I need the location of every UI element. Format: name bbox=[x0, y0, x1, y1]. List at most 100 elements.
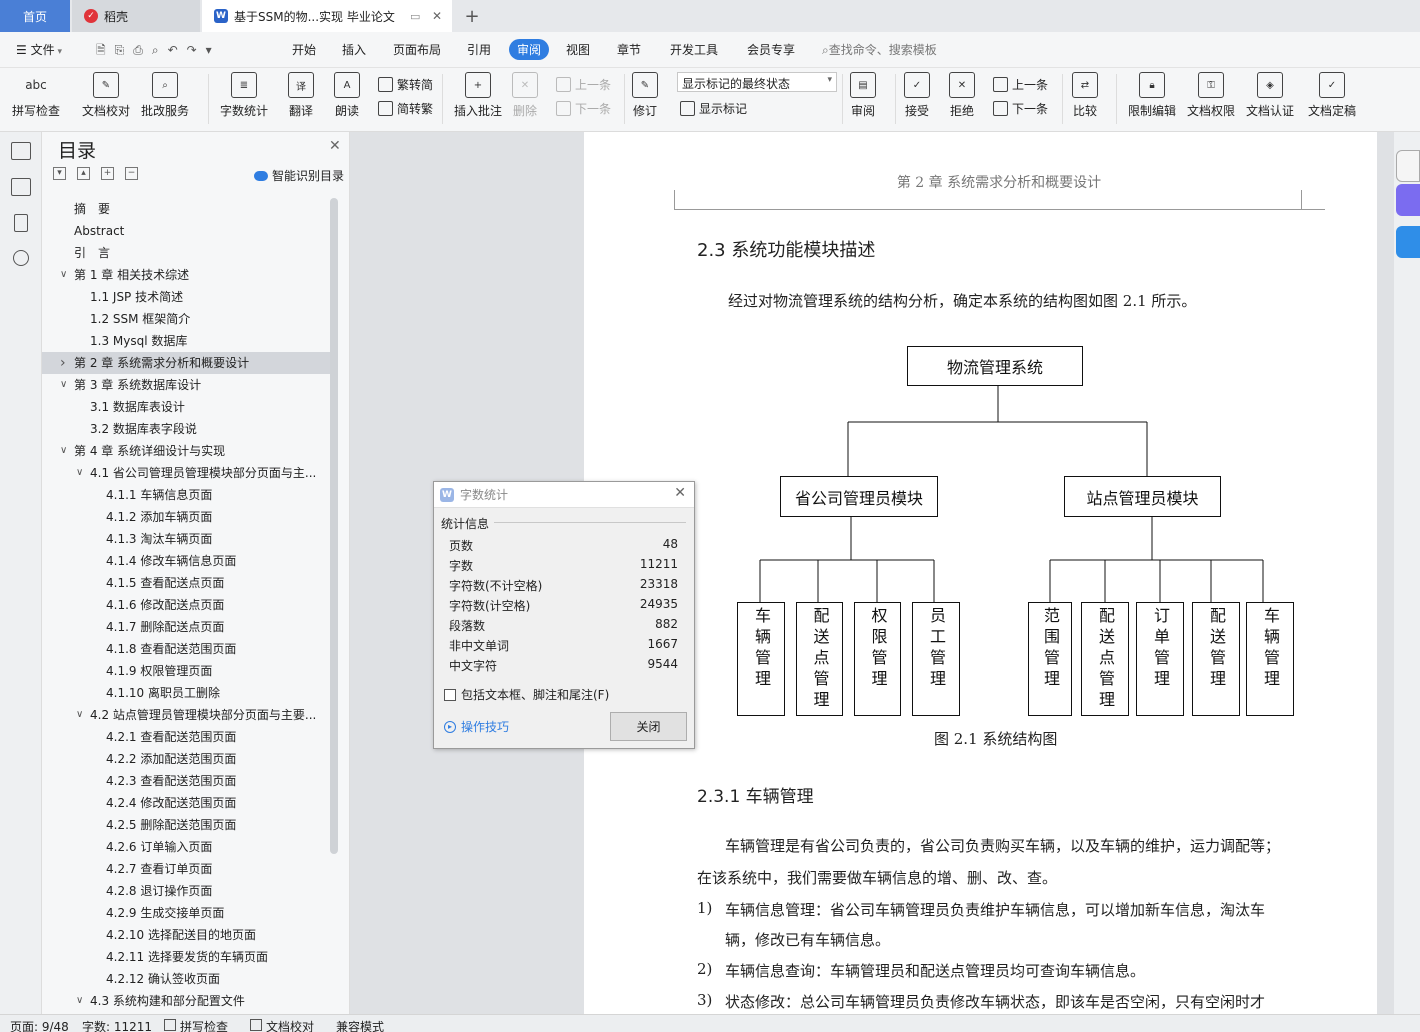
toc-item[interactable]: 4.2.8 退订操作页面 bbox=[42, 880, 330, 902]
doc-proof-button[interactable]: ✎ 文档校对 bbox=[82, 72, 130, 119]
toc-item[interactable]: 4.2.5 删除配送范围页面 bbox=[42, 814, 330, 836]
toc-item[interactable]: 摘 要 bbox=[42, 198, 330, 220]
prev-comment-button[interactable]: 上一条 bbox=[556, 76, 611, 93]
read-aloud-button[interactable]: A 朗读 bbox=[334, 72, 360, 119]
tips-link[interactable]: ▸ 操作技巧 bbox=[444, 718, 509, 735]
collapse-all-icon[interactable]: ▾ bbox=[53, 167, 66, 180]
tab-document[interactable]: W 基于SSM的物...实现 毕业论文 ▭ ✕ bbox=[202, 0, 452, 32]
spellcheck-button[interactable]: abc 拼写检查 bbox=[12, 72, 60, 119]
menu-view[interactable]: 视图 bbox=[566, 41, 590, 58]
review-pane-button[interactable]: ▤ 审阅 bbox=[850, 72, 876, 119]
proof-status[interactable]: 文档校对 bbox=[250, 1018, 314, 1032]
tab-daoke[interactable]: ✓ 稻壳 bbox=[72, 0, 200, 32]
menu-reference[interactable]: 引用 bbox=[467, 41, 491, 58]
toc-item[interactable]: 4.1.5 查看配送点页面 bbox=[42, 572, 330, 594]
expand-up-icon[interactable]: ▴ bbox=[77, 167, 90, 180]
toc-item[interactable]: 1.1 JSP 技术简述 bbox=[42, 286, 330, 308]
toc-item[interactable]: 4.2.6 订单输入页面 bbox=[42, 836, 330, 858]
chevron-down-icon[interactable]: ∨ bbox=[76, 704, 83, 726]
collapse-up-icon[interactable] bbox=[1396, 150, 1420, 182]
doc-permission-button[interactable]: ⚿ 文档权限 bbox=[1187, 72, 1235, 119]
simp-to-trad-button[interactable]: 简转繁 bbox=[378, 100, 433, 117]
doc-finalize-button[interactable]: ✓ 文档定稿 bbox=[1308, 72, 1356, 119]
delete-comment-button[interactable]: ✕ 删除 bbox=[512, 72, 538, 119]
chevron-right-icon[interactable]: › bbox=[60, 352, 66, 374]
search-icon[interactable] bbox=[13, 250, 29, 266]
close-tab-icon[interactable]: ✕ bbox=[432, 9, 442, 23]
toc-item[interactable]: 4.1.8 查看配送范围页面 bbox=[42, 638, 330, 660]
insert-comment-button[interactable]: + 插入批注 bbox=[454, 72, 502, 119]
chevron-down-icon[interactable]: ∨ bbox=[76, 990, 83, 1012]
include-textbox-checkbox[interactable]: 包括文本框、脚注和尾注(F) bbox=[444, 686, 609, 703]
close-icon[interactable]: ✕ bbox=[329, 138, 341, 154]
toc-item[interactable]: 4.1.10 离职员工删除 bbox=[42, 682, 330, 704]
smart-toc-button[interactable]: 智能识别目录 bbox=[254, 167, 344, 184]
toc-item[interactable]: 1.3 Mysql 数据库 bbox=[42, 330, 330, 352]
chapter-nav-icon[interactable] bbox=[11, 178, 31, 196]
toc-item[interactable]: ∨ 4.2 站点管理员管理模块部分页面与主要... bbox=[42, 704, 330, 726]
reject-button[interactable]: ✕ 拒绝 bbox=[949, 72, 975, 119]
toc-item[interactable]: Abstract bbox=[42, 220, 330, 242]
toc-item[interactable]: 4.2.9 生成交接单页面 bbox=[42, 902, 330, 924]
toc-item[interactable]: 引 言 bbox=[42, 242, 330, 264]
toc-item[interactable]: 1.2 SSM 框架简介 bbox=[42, 308, 330, 330]
toc-item[interactable]: 4.1.4 修改车辆信息页面 bbox=[42, 550, 330, 572]
chevron-down-icon[interactable]: ∨ bbox=[60, 374, 67, 396]
toc-item[interactable]: ∨ 4.3 系统构建和部分配置文件 bbox=[42, 990, 330, 1012]
wordcount-button[interactable]: ≣ 字数统计 bbox=[220, 72, 268, 119]
menu-layout[interactable]: 页面布局 bbox=[393, 41, 441, 58]
toc-item[interactable]: ∨ 第 4 章 系统详细设计与实现 bbox=[42, 440, 330, 462]
toc-item[interactable]: 4.1.2 添加车辆页面 bbox=[42, 506, 330, 528]
command-search[interactable]: ⌕查找命令、搜索模板 bbox=[822, 41, 937, 58]
menu-devtools[interactable]: 开发工具 bbox=[670, 41, 718, 58]
toc-item[interactable]: 4.2.10 选择配送目的地页面 bbox=[42, 924, 330, 946]
spellcheck-status[interactable]: 拼写检查 bbox=[164, 1018, 228, 1032]
toc-item[interactable]: 4.1.6 修改配送点页面 bbox=[42, 594, 330, 616]
toc-item[interactable]: 4.2.1 查看配送范围页面 bbox=[42, 726, 330, 748]
trad-to-simp-button[interactable]: 繁转简 bbox=[378, 76, 433, 93]
pdf-tool-icon[interactable] bbox=[1396, 226, 1420, 258]
toc-item[interactable]: 3.1 数据库表设计 bbox=[42, 396, 330, 418]
restrict-edit-button[interactable]: 🔒︎ 限制编辑 bbox=[1128, 72, 1176, 119]
word-count-indicator[interactable]: 字数: 11211 bbox=[82, 1018, 152, 1032]
menu-chapter[interactable]: 章节 bbox=[617, 41, 641, 58]
toc-item[interactable]: ∨ 第 3 章 系统数据库设计 bbox=[42, 374, 330, 396]
toc-item[interactable]: 4.1.3 淘汰车辆页面 bbox=[42, 528, 330, 550]
toc-item[interactable]: 4.2.7 查看订单页面 bbox=[42, 858, 330, 880]
document-page[interactable]: 第 2 章 系统需求分析和概要设计 2.3 系统功能模块描述 经过对物流管理系统… bbox=[584, 132, 1377, 1014]
chevron-down-icon[interactable]: ∨ bbox=[60, 440, 67, 462]
close-button[interactable]: 关闭 bbox=[610, 712, 687, 741]
toc-item[interactable]: 4.2.11 选择要发货的车辆页面 bbox=[42, 946, 330, 968]
new-tab-button[interactable]: + bbox=[460, 0, 484, 32]
add-heading-icon[interactable]: + bbox=[101, 167, 114, 180]
close-icon[interactable]: ✕ bbox=[674, 485, 686, 501]
toc-item[interactable]: 4.1.9 权限管理页面 bbox=[42, 660, 330, 682]
toc-item[interactable]: 3.2 数据库表字段说 bbox=[42, 418, 330, 440]
menu-member[interactable]: 会员专享 bbox=[747, 41, 795, 58]
menu-start[interactable]: 开始 bbox=[292, 41, 316, 58]
toc-item[interactable]: 4.2.12 确认签收页面 bbox=[42, 968, 330, 990]
assistant-icon[interactable] bbox=[1396, 184, 1420, 216]
translate-button[interactable]: 译翻译 bbox=[288, 72, 314, 119]
bookmark-icon[interactable] bbox=[14, 214, 28, 232]
accept-button[interactable]: ✓ 接受 bbox=[904, 72, 930, 119]
toc-item[interactable]: 4.2.4 修改配送范围页面 bbox=[42, 792, 330, 814]
markup-select[interactable]: 显示标记的最终状态 ▾ bbox=[677, 72, 837, 92]
toc-item[interactable]: 4.2.2 添加配送范围页面 bbox=[42, 748, 330, 770]
monitor-icon[interactable]: ▭ bbox=[410, 10, 420, 23]
next-change-button[interactable]: 下一条 bbox=[993, 100, 1048, 117]
tab-home[interactable]: 首页 bbox=[0, 0, 70, 32]
toc-scrollbar[interactable] bbox=[330, 198, 338, 854]
menu-review[interactable]: 审阅 bbox=[509, 39, 550, 60]
toc-item[interactable]: 4.1.7 删除配送点页面 bbox=[42, 616, 330, 638]
track-changes-button[interactable]: ✎ 修订 bbox=[632, 72, 658, 119]
toc-item[interactable]: ∨ 4.1 省公司管理员管理模块部分页面与主... bbox=[42, 462, 330, 484]
toc-icon[interactable] bbox=[11, 142, 31, 160]
compare-button[interactable]: ⇄ 比较 bbox=[1072, 72, 1098, 119]
show-markup-button[interactable]: 显示标记 bbox=[680, 100, 747, 117]
prev-change-button[interactable]: 上一条 bbox=[993, 76, 1048, 93]
batch-service-button[interactable]: ⌕ 批改服务 bbox=[141, 72, 189, 119]
quick-access-icons[interactable]: 🗎⎘⎙⌕↶↷▾ bbox=[96, 41, 221, 62]
toc-item[interactable]: 4.2.3 查看配送范围页面 bbox=[42, 770, 330, 792]
toc-item[interactable]: › 第 2 章 系统需求分析和概要设计 bbox=[42, 352, 330, 374]
